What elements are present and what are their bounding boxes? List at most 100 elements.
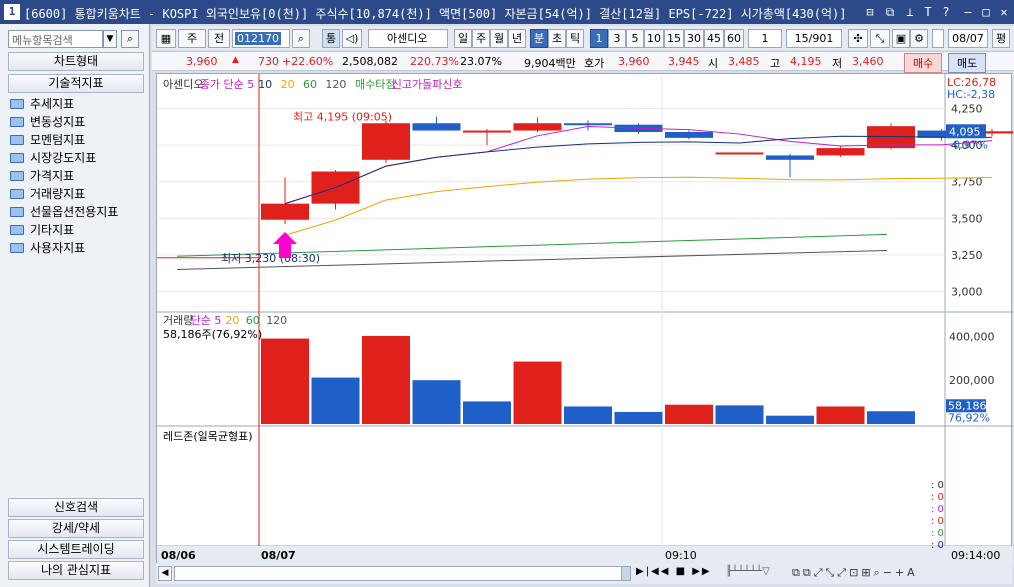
folder-icon [10, 135, 24, 145]
scroll-track[interactable] [174, 566, 624, 581]
signal-search-button[interactable]: 신호검색 [8, 498, 144, 517]
font-icon[interactable]: T [920, 4, 936, 20]
unit-second[interactable]: 초 [548, 29, 566, 48]
tree-item-volume[interactable]: 거래량지표 [10, 185, 85, 202]
volume-pct-label: 76,92% [948, 411, 990, 424]
chart-svg[interactable]: 4,2504,0003,7503,5003,2503,000최고 4,195 (… [157, 74, 1013, 564]
sell-button[interactable]: 매도 [948, 53, 987, 73]
help-icon[interactable]: ? [938, 4, 954, 20]
candle-body [564, 123, 612, 126]
chart-area[interactable]: 4,250 4,000 3,750 3,500 3,250 3,000 최고 4,195 (… [156, 73, 1013, 564]
buy-button[interactable]: 매수 [904, 53, 943, 73]
strength-button[interactable]: 강세/약세 [8, 519, 144, 538]
unit-day[interactable]: 일 [454, 29, 472, 48]
interval-5[interactable]: 5 [626, 29, 644, 48]
dock-icon[interactable]: ⊟ [862, 4, 878, 20]
save-icon[interactable]: ▣ [892, 29, 910, 48]
interval-1[interactable]: 1 [590, 29, 608, 48]
volume-legend-item: 120 [266, 314, 287, 327]
tree-item-momentum[interactable]: 모멘텀지표 [10, 131, 85, 148]
tree-item-price[interactable]: 가격지표 [10, 167, 74, 184]
tree-item-other[interactable]: 기타지표 [10, 221, 74, 238]
tree-item-trend[interactable]: 추세지표 [10, 95, 74, 112]
unit-tick[interactable]: 틱 [566, 29, 584, 48]
candle-body [816, 148, 865, 156]
volume-bar [816, 406, 865, 424]
current-price: 3,960 [186, 55, 218, 68]
draw-icon[interactable]: ⤡ [870, 29, 890, 48]
chart-type-header[interactable]: 차트형태 [8, 52, 144, 71]
volume-tick-label: 200,000 [949, 374, 995, 387]
candle-body [261, 203, 309, 220]
stock-code-input[interactable]: 012170 [232, 29, 290, 48]
volume-legend-item: 단순 5 [191, 314, 222, 327]
volume: 2,508,082 [342, 55, 398, 68]
turnover: 23.07% [460, 55, 502, 68]
pin-icon[interactable]: ⊥ [902, 4, 918, 20]
candle-body [362, 123, 410, 160]
redzone-value: : 0 [931, 492, 944, 503]
unit-year[interactable]: 년 [508, 29, 526, 48]
interval-3[interactable]: 3 [608, 29, 626, 48]
eval-button[interactable]: 평 [992, 29, 1010, 48]
drawing-tools[interactable]: ⧉⧉⤢⤡⤢⊡⊞⌕−+A [792, 566, 1012, 581]
menu-search-input[interactable]: 메뉴항목검색 [8, 30, 103, 48]
folder-icon [10, 117, 24, 127]
high-annotation: 최고 4,195 (09:05) [293, 111, 392, 124]
unit-week[interactable]: 주 [472, 29, 490, 48]
interval-10[interactable]: 10 [644, 29, 664, 48]
maximize-icon[interactable]: □ [978, 4, 994, 20]
tree-item-user[interactable]: 사용자지표 [10, 239, 85, 256]
restore-icon[interactable]: ⧉ [882, 4, 898, 20]
chart-toolbar: ▦ 주 전 012170 ⌕ 통 ◁) 아센디오 일 주 월 년 분 초 틱 1… [152, 26, 1014, 50]
system-trading-button[interactable]: 시스템트레이딩 [8, 540, 144, 559]
current-price-label: 4,095 [949, 125, 981, 138]
scroll-thumb[interactable] [621, 566, 631, 581]
search-icon[interactable]: ⌕ [292, 29, 310, 48]
date-checkbox[interactable] [932, 29, 944, 48]
search-icon[interactable]: ⌕ [121, 30, 139, 48]
search-dropdown-icon[interactable]: ▼ [103, 30, 117, 48]
ask-price-2: 3,945 [668, 55, 700, 68]
low-label: 저 [832, 57, 843, 70]
minimize-icon[interactable]: — [960, 4, 976, 20]
tree-item-market-strength[interactable]: 시장강도지표 [10, 149, 96, 166]
interval-45[interactable]: 45 [704, 29, 724, 48]
price-legend-item: 20 [281, 78, 295, 91]
scroll-left-icon[interactable]: ◀ [158, 566, 172, 581]
redzone-value: : 0 [931, 528, 944, 539]
my-indicators-button[interactable]: 나의 관심지표 [8, 561, 144, 580]
gear-icon[interactable]: ⚙ [910, 29, 928, 48]
chart-settings-icon[interactable]: ▦ [156, 29, 176, 48]
unit-minute[interactable]: 분 [530, 29, 548, 48]
interval-60[interactable]: 60 [724, 29, 744, 48]
up-arrow-icon: ▲ [232, 55, 239, 65]
volume-bar [665, 404, 713, 424]
candle-body [412, 123, 461, 131]
volume-bar [362, 335, 410, 424]
period-select[interactable]: 주 [178, 29, 206, 48]
prev-button[interactable]: 전 [208, 29, 230, 48]
tree-item-futures[interactable]: 선물옵션전용지표 [10, 203, 118, 220]
count-select[interactable]: 1 [748, 29, 782, 48]
ma20-line [284, 176, 993, 236]
folder-icon [10, 207, 24, 217]
ask-label: 호가 [584, 57, 605, 70]
tree-item-volatility[interactable]: 변동성지표 [10, 113, 85, 130]
playback-controls[interactable]: ▶|◀◀ ■ ▶▶ [636, 566, 716, 581]
unit-month[interactable]: 월 [490, 29, 508, 48]
price-change-pct: +22.60% [282, 55, 334, 68]
stock-name-field[interactable]: 아센디오 [368, 29, 448, 48]
redzone-value: : 0 [931, 540, 944, 551]
interval-15[interactable]: 15 [664, 29, 684, 48]
x-label: 08/07 [261, 549, 296, 562]
interval-30[interactable]: 30 [684, 29, 704, 48]
trade-button[interactable]: 통 [322, 29, 340, 48]
zoom-slider[interactable]: ╟┴┴┴┴┴▽ [726, 566, 786, 581]
sound-icon[interactable]: ◁) [342, 29, 362, 48]
date-field[interactable]: 08/07 [948, 29, 988, 48]
page-field[interactable]: 15/901 [786, 29, 842, 48]
close-icon[interactable]: ✕ [996, 4, 1012, 20]
technical-indicator-header[interactable]: 기술적지표 [8, 74, 144, 93]
crosshair-icon[interactable]: ✣ [848, 29, 868, 48]
